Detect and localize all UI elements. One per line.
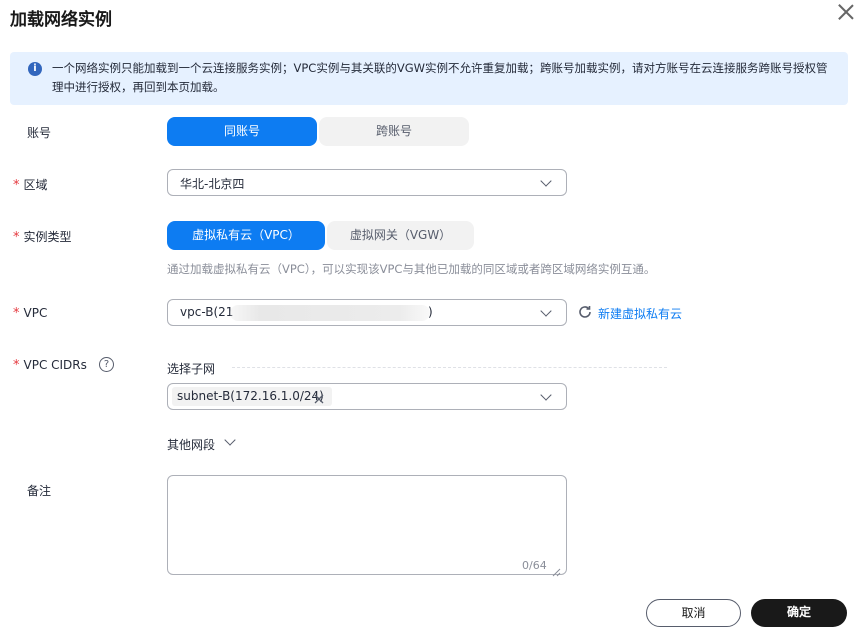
required-mark: *: [13, 178, 20, 193]
info-notice: i 一个网络实例只能加载到一个云连接服务实例；VPC实例与其关联的VGW实例不允…: [10, 52, 848, 105]
help-icon[interactable]: ?: [99, 357, 114, 372]
refresh-icon[interactable]: [577, 304, 593, 320]
remark-counter: 0/64: [522, 559, 547, 572]
redacted-text: [230, 305, 430, 321]
dialog-title: 加载网络实例: [10, 10, 112, 30]
remark-textarea[interactable]: 0/64: [167, 475, 567, 577]
vpc-value-suffix: ): [428, 305, 433, 319]
section-divider: [232, 367, 667, 368]
other-segments-toggle[interactable]: 其他网段: [167, 436, 215, 453]
vpc-label: * VPC: [13, 306, 48, 321]
region-label: * 区域: [13, 178, 48, 193]
instance-type-vgw-option[interactable]: 虚拟网关（VGW）: [327, 221, 474, 250]
close-icon[interactable]: [836, 2, 856, 22]
resize-handle-icon[interactable]: [552, 562, 561, 577]
instance-type-vpc-option[interactable]: 虚拟私有云（VPC）: [167, 221, 325, 250]
account-label: 账号: [27, 126, 52, 140]
region-value: 华北-北京四: [180, 177, 245, 191]
info-icon: i: [28, 62, 42, 76]
vpc-cidrs-label: * VPC CIDRs: [13, 358, 87, 373]
required-mark: *: [13, 358, 20, 373]
create-vpc-link[interactable]: 新建虚拟私有云: [598, 305, 682, 322]
instance-type-hint: 通过加载虚拟私有云（VPC），可以实现该VPC与其他已加载的同区域或者跨区域网络…: [167, 262, 656, 276]
account-same-option[interactable]: 同账号: [167, 117, 317, 146]
chevron-down-icon: [224, 434, 236, 446]
remark-label: 备注: [27, 484, 52, 498]
vpc-select[interactable]: vpc-B(21 ): [167, 299, 567, 326]
chevron-down-icon: [540, 389, 552, 401]
required-mark: *: [13, 306, 20, 321]
confirm-button[interactable]: 确定: [751, 599, 847, 627]
instance-type-label: * 实例类型: [13, 230, 72, 245]
subnet-section-title: 选择子网: [167, 362, 216, 376]
chevron-down-icon: [540, 175, 552, 187]
account-cross-option[interactable]: 跨账号: [319, 117, 469, 146]
region-select[interactable]: 华北-北京四: [167, 169, 567, 196]
remove-tag-icon[interactable]: [313, 390, 325, 404]
subnet-tag-label: subnet-B(172.16.1.0/24): [177, 389, 324, 403]
notice-text: 一个网络实例只能加载到一个云连接服务实例；VPC实例与其关联的VGW实例不允许重…: [52, 61, 828, 94]
required-mark: *: [13, 230, 20, 245]
vpc-value-prefix: vpc-B(21: [180, 305, 234, 319]
chevron-down-icon: [540, 305, 552, 317]
cancel-button[interactable]: 取消: [646, 599, 741, 627]
